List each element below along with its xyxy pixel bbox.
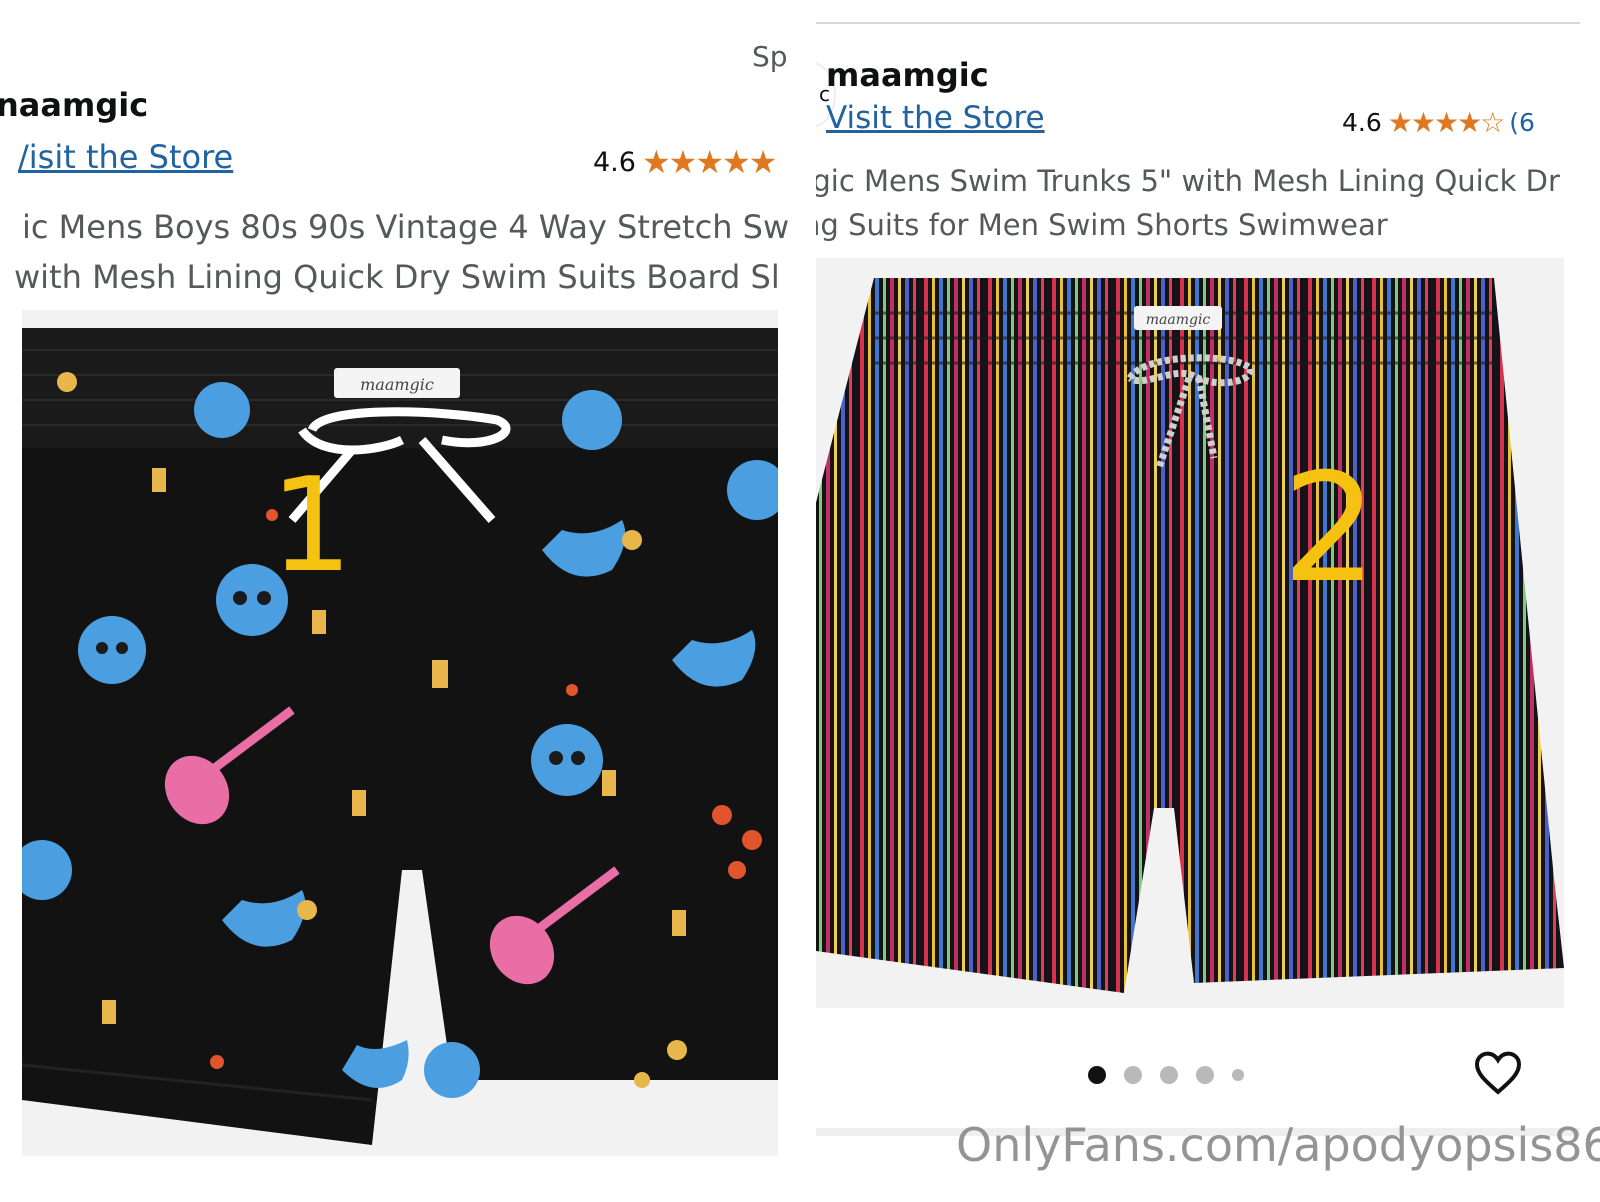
- brand-tag: maamgic: [360, 375, 434, 394]
- product-title-line-2[interactable]: with Mesh Lining Quick Dry Swim Suits Bo…: [14, 258, 780, 296]
- left-product-panel: Sp naamgic /isit the Store 4.6 ★★★★★ ic …: [0, 0, 800, 1202]
- rating[interactable]: 4.6 ★★★★★: [593, 143, 777, 181]
- swim-shorts-image: maamgic: [22, 328, 778, 1145]
- panel-divider: [800, 0, 816, 1202]
- carousel-dot[interactable]: [1088, 1066, 1106, 1084]
- swim-shorts-image: maamgic: [816, 278, 1564, 993]
- right-product-panel: c maamgic Visit the Store 4.6 ★★★★☆ (6 n…: [816, 0, 1600, 1202]
- product-title-line-2[interactable]: ing Suits for Men Swim Shorts Swimwear: [816, 208, 1388, 242]
- top-divider: [816, 22, 1580, 24]
- rating-value: 4.6: [593, 146, 636, 178]
- carousel-dot[interactable]: [1160, 1066, 1178, 1084]
- product-title-line-1[interactable]: ic Mens Boys 80s 90s Vintage 4 Way Stret…: [22, 208, 789, 246]
- product-image[interactable]: maamgic 1: [22, 310, 778, 1156]
- visit-store-link[interactable]: Visit the Store: [826, 100, 1045, 136]
- carousel-dot[interactable]: [1196, 1066, 1214, 1084]
- image-number-overlay: 2: [1282, 442, 1378, 616]
- star-icon: ★★★★★: [641, 143, 777, 181]
- watermark: OnlyFans.com/apodyopsis86: [956, 1118, 1600, 1172]
- visit-store-link[interactable]: /isit the Store: [18, 138, 233, 176]
- product-image[interactable]: maamgic 2: [816, 258, 1564, 1008]
- sponsored-label: Sp: [752, 40, 788, 73]
- image-number-overlay: 1: [270, 449, 353, 601]
- carousel-dots[interactable]: [1088, 1066, 1244, 1084]
- carousel-dot[interactable]: [1232, 1069, 1244, 1081]
- carousel-dot[interactable]: [1124, 1066, 1142, 1084]
- rating-value: 4.6: [1342, 108, 1382, 137]
- brand-name: maamgic: [826, 56, 989, 94]
- product-title-line-1[interactable]: ngic Mens Swim Trunks 5" with Mesh Linin…: [816, 164, 1560, 198]
- star-icon: ★★★★☆: [1387, 106, 1506, 139]
- heart-icon[interactable]: [1474, 1050, 1522, 1096]
- brand-tag: maamgic: [1146, 312, 1211, 328]
- rating-count[interactable]: (6: [1509, 108, 1535, 137]
- rating[interactable]: 4.6 ★★★★☆ (6: [1342, 106, 1535, 139]
- brand-name: naamgic: [0, 86, 149, 124]
